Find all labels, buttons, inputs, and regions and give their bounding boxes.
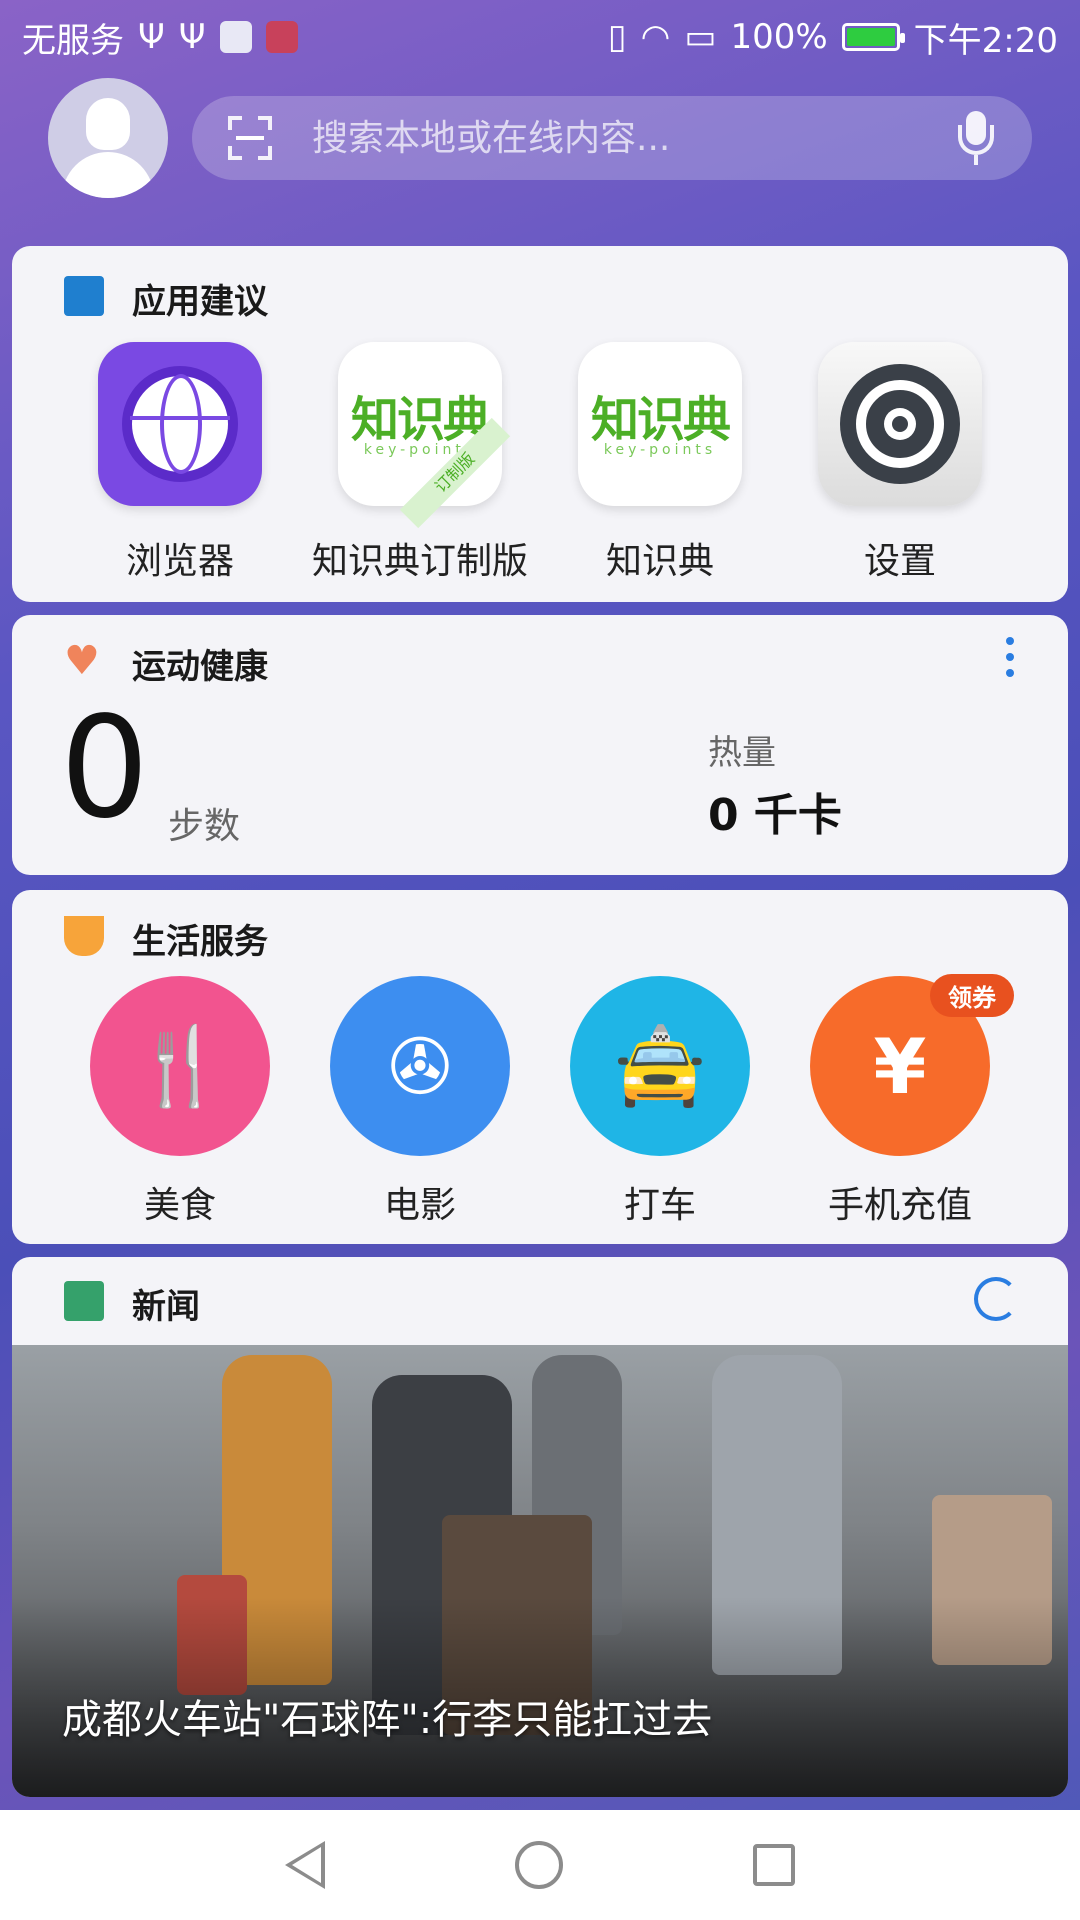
- service-food[interactable]: 🍴 美食: [60, 976, 300, 1228]
- app-item-zhishidian[interactable]: 知识典 key-points 知识典: [540, 342, 780, 584]
- service-phone-recharge[interactable]: ¥ 领券 手机充值: [780, 974, 1020, 1228]
- service-taxi[interactable]: 🚖 打车: [540, 976, 780, 1228]
- usb-icon: Ψ: [178, 17, 206, 57]
- news-icon: [64, 1281, 104, 1321]
- life-services-card: 生活服务 🍴 美食 ✇ 电影 🚖 打车 ¥ 领券 手机充值: [12, 890, 1068, 1244]
- app-suggestions-card: 应用建议 浏览器 知识典 key-points 订制版 知识典订制版 知识典 k…: [12, 246, 1068, 602]
- usb-icon: Ψ: [138, 17, 165, 57]
- app-item-browser[interactable]: 浏览器: [60, 342, 300, 584]
- app-label: 浏览器: [125, 541, 234, 582]
- search-input[interactable]: [312, 117, 956, 159]
- health-title: 运动健康: [132, 647, 268, 687]
- coffee-cup-icon: [64, 916, 104, 956]
- service-label: 美食: [143, 1185, 216, 1226]
- calories-label: 热量: [708, 733, 776, 773]
- settings-icon[interactable]: [818, 342, 982, 506]
- app-item-settings[interactable]: 设置: [780, 342, 1020, 584]
- back-icon[interactable]: [285, 1841, 325, 1889]
- mic-icon[interactable]: [956, 111, 996, 165]
- app-label: 知识典订制版: [311, 541, 528, 582]
- home-icon[interactable]: [515, 1841, 563, 1889]
- app-suggestions-title: 应用建议: [132, 282, 268, 322]
- service-label: 电影: [383, 1185, 456, 1226]
- battery-percent: 100%: [730, 17, 828, 57]
- service-label: 手机充值: [827, 1185, 972, 1226]
- food-icon[interactable]: 🍴: [90, 976, 270, 1156]
- app-notification-icon: [219, 21, 252, 53]
- logo-sub: key-points: [603, 442, 717, 458]
- search-bar[interactable]: [192, 96, 1032, 180]
- app-item-zhishidian-custom[interactable]: 知识典 key-points 订制版 知识典订制版: [300, 342, 540, 584]
- steps-value: 0: [60, 687, 150, 850]
- status-left: 无服务 Ψ Ψ: [22, 13, 298, 62]
- clock: 下午2:20: [913, 20, 1058, 61]
- status-bar: 无服务 Ψ Ψ ▯ ◠ ▭ 100% 下午2:20: [0, 0, 1080, 74]
- service-label: 打车: [623, 1185, 696, 1226]
- recent-apps-icon[interactable]: [753, 1844, 795, 1886]
- more-options-icon[interactable]: [1006, 637, 1016, 681]
- coupon-badge: 领券: [930, 974, 1014, 1017]
- huawei-notification-icon: [265, 21, 298, 53]
- news-image[interactable]: 成都火车站"石球阵":行李只能扛过去: [12, 1345, 1068, 1797]
- taxi-icon[interactable]: 🚖: [570, 976, 750, 1156]
- app-label: 知识典: [605, 541, 714, 582]
- logo-text: 知识典: [590, 392, 731, 448]
- news-title: 新闻: [132, 1287, 200, 1327]
- services-row: 🍴 美食 ✇ 电影 🚖 打车 ¥ 领券 手机充值: [12, 974, 1068, 1228]
- refresh-icon[interactable]: [974, 1277, 1018, 1321]
- heart-pulse-icon: ♥: [64, 638, 100, 684]
- carrier-text: 无服务: [22, 20, 124, 61]
- scan-icon[interactable]: [228, 116, 272, 160]
- news-card: 新闻 成都火车站"石球阵":行李只能扛过去: [12, 1257, 1068, 1797]
- life-services-title: 生活服务: [132, 922, 268, 962]
- calories-value: 0 千卡: [708, 790, 842, 841]
- app-row: 浏览器 知识典 key-points 订制版 知识典订制版 知识典 key-po…: [12, 342, 1068, 584]
- browser-icon[interactable]: [98, 342, 262, 506]
- service-movie[interactable]: ✇ 电影: [300, 976, 540, 1228]
- avatar[interactable]: [48, 78, 168, 198]
- zhishidian-custom-icon[interactable]: 知识典 key-points 订制版: [338, 342, 511, 529]
- movie-icon[interactable]: ✇: [330, 976, 510, 1156]
- steps-label: 步数: [168, 806, 241, 847]
- battery-icon: [841, 23, 905, 51]
- app-label: 设置: [863, 541, 936, 582]
- wifi-icon: ◠: [640, 17, 671, 57]
- huawei-logo-icon: [64, 276, 104, 316]
- health-card[interactable]: ♥ 运动健康 0 步数 热量 0 千卡: [12, 615, 1068, 875]
- vibrate-icon: ▯: [607, 17, 627, 57]
- zhishidian-icon[interactable]: 知识典 key-points: [578, 342, 742, 506]
- navigation-bar: [0, 1810, 1080, 1920]
- news-headline[interactable]: 成都火车站"石球阵":行李只能扛过去: [62, 1687, 712, 1745]
- sim-icon: ▭: [684, 17, 717, 57]
- status-right: ▯ ◠ ▭ 100% 下午2:20: [608, 13, 1058, 62]
